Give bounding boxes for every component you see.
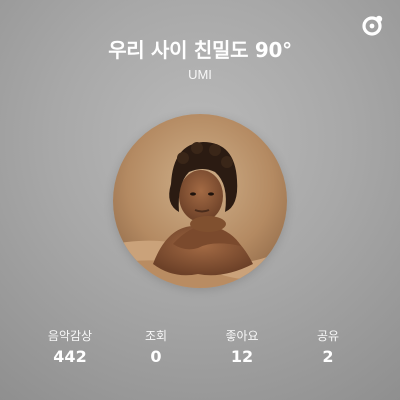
artist-name[interactable]: UMI	[0, 67, 400, 82]
stat-value: 0	[150, 347, 162, 366]
stat-label: 공유	[316, 329, 340, 343]
app-logo-icon	[362, 14, 384, 36]
stat-label: 음악감상	[47, 329, 93, 343]
stat-value: 2	[322, 347, 334, 366]
song-title: 우리 사이 친밀도 90°	[108, 38, 292, 62]
stat-likes[interactable]: 좋아요 12	[212, 327, 272, 366]
album-cover[interactable]	[113, 114, 287, 288]
stat-label: 좋아요	[225, 329, 259, 343]
stat-value: 442	[53, 347, 87, 366]
stat-views: 조회 0	[126, 327, 186, 366]
stat-label: 조회	[144, 329, 168, 343]
album-cover-image	[113, 114, 287, 288]
stat-listens: 음악감상 442	[40, 327, 100, 366]
stat-value: 12	[230, 347, 254, 366]
stats-row: 음악감상 442 조회 0 좋아요 12 공유 2	[0, 327, 400, 366]
stat-shares[interactable]: 공유 2	[298, 327, 358, 366]
